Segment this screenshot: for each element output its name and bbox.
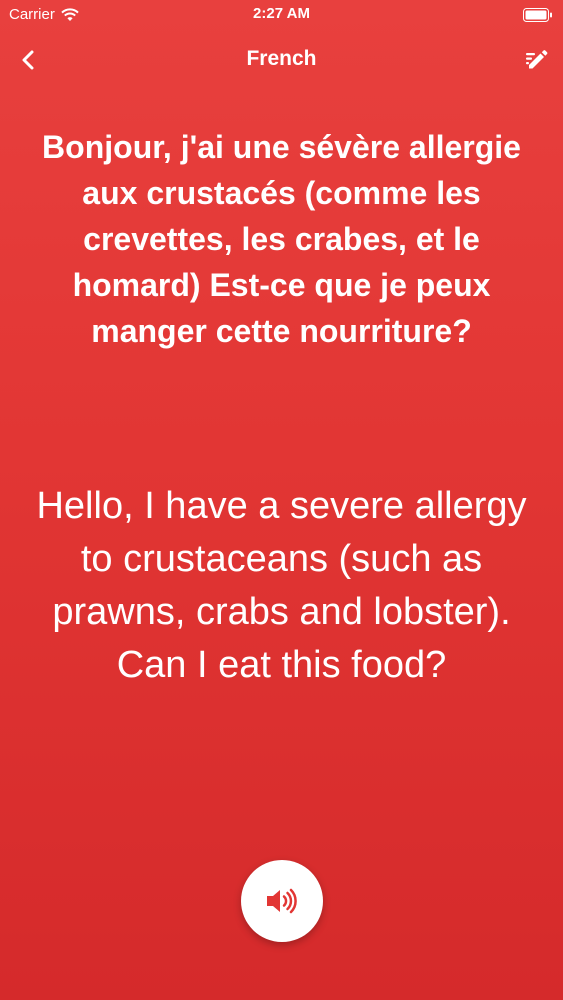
- status-time: 2:27 AM: [253, 5, 310, 22]
- speak-button[interactable]: [241, 860, 323, 942]
- phrase-original-text: Bonjour, j'ai une sévère allergie aux cr…: [42, 129, 521, 349]
- battery-icon: [523, 8, 552, 22]
- speaker-icon: [267, 888, 297, 914]
- phrase-translation-text: Hello, I have a severe allergy to crusta…: [36, 485, 527, 686]
- status-bar: Carrier 2:27 AM: [0, 0, 563, 30]
- edit-button[interactable]: [519, 44, 555, 76]
- page-title: French: [246, 47, 317, 70]
- pencil-edit-icon: [526, 50, 548, 69]
- nav-bar: French: [0, 38, 563, 82]
- screen-background: Carrier 2:27 AM French Bonjour, j'ai une…: [0, 0, 563, 1000]
